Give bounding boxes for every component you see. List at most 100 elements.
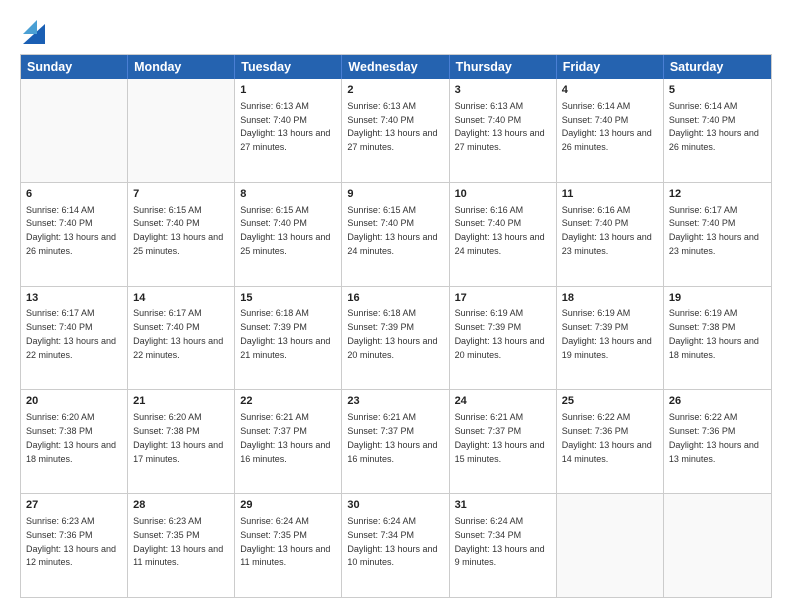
day-info: Sunrise: 6:17 AMSunset: 7:40 PMDaylight:… [669,205,759,256]
day-info: Sunrise: 6:19 AMSunset: 7:39 PMDaylight:… [562,308,652,359]
calendar-day-cell: 22 Sunrise: 6:21 AMSunset: 7:37 PMDayligh… [235,390,342,493]
day-number: 21 [133,394,229,409]
calendar-day-cell: 28 Sunrise: 6:23 AMSunset: 7:35 PMDayligh… [128,494,235,597]
day-info: Sunrise: 6:13 AMSunset: 7:40 PMDaylight:… [347,101,437,152]
calendar-day-cell: 7 Sunrise: 6:15 AMSunset: 7:40 PMDaylight… [128,183,235,286]
day-number: 19 [669,291,766,306]
day-number: 25 [562,394,658,409]
day-number: 27 [26,498,122,513]
day-info: Sunrise: 6:21 AMSunset: 7:37 PMDaylight:… [240,412,330,463]
calendar-day-cell: 11Sunrise: 6:16 AMSunset: 7:40 PMDayligh… [557,183,664,286]
calendar-week-row: 13 Sunrise: 6:17 AMSunset: 7:40 PMDayligh… [21,287,771,391]
day-info: Sunrise: 6:14 AMSunset: 7:40 PMDaylight:… [669,101,759,152]
calendar-day-cell: 14 Sunrise: 6:17 AMSunset: 7:40 PMDayligh… [128,287,235,390]
day-info: Sunrise: 6:13 AMSunset: 7:40 PMDaylight:… [240,101,330,152]
calendar-empty-cell [21,79,128,182]
calendar-day-cell: 29 Sunrise: 6:24 AMSunset: 7:35 PMDayligh… [235,494,342,597]
day-info: Sunrise: 6:17 AMSunset: 7:40 PMDaylight:… [133,308,223,359]
calendar-day-cell: 9 Sunrise: 6:15 AMSunset: 7:40 PMDaylight… [342,183,449,286]
calendar-day-cell: 25Sunrise: 6:22 AMSunset: 7:36 PMDayligh… [557,390,664,493]
calendar-week-row: 1Sunrise: 6:13 AMSunset: 7:40 PMDaylight… [21,79,771,183]
calendar-day-cell: 30 Sunrise: 6:24 AMSunset: 7:34 PMDayligh… [342,494,449,597]
day-number: 31 [455,498,551,513]
day-info: Sunrise: 6:22 AMSunset: 7:36 PMDaylight:… [669,412,759,463]
day-info: Sunrise: 6:16 AMSunset: 7:40 PMDaylight:… [455,205,545,256]
day-number: 23 [347,394,443,409]
day-number: 22 [240,394,336,409]
day-number: 6 [26,187,122,202]
day-info: Sunrise: 6:24 AMSunset: 7:34 PMDaylight:… [347,516,437,567]
day-info: Sunrise: 6:18 AMSunset: 7:39 PMDaylight:… [240,308,330,359]
day-number: 30 [347,498,443,513]
calendar-day-cell: 26 Sunrise: 6:22 AMSunset: 7:36 PMDayligh… [664,390,771,493]
day-info: Sunrise: 6:14 AMSunset: 7:40 PMDaylight:… [562,101,652,152]
day-info: Sunrise: 6:23 AMSunset: 7:36 PMDaylight:… [26,516,116,567]
day-number: 3 [455,83,551,98]
calendar-day-cell: 16 Sunrise: 6:18 AMSunset: 7:39 PMDayligh… [342,287,449,390]
day-info: Sunrise: 6:15 AMSunset: 7:40 PMDaylight:… [347,205,437,256]
calendar-day-cell: 27 Sunrise: 6:23 AMSunset: 7:36 PMDayligh… [21,494,128,597]
calendar-day-cell: 24Sunrise: 6:21 AMSunset: 7:37 PMDayligh… [450,390,557,493]
day-info: Sunrise: 6:23 AMSunset: 7:35 PMDaylight:… [133,516,223,567]
calendar-day-cell: 2Sunrise: 6:13 AMSunset: 7:40 PMDaylight… [342,79,449,182]
calendar-empty-cell [664,494,771,597]
day-number: 15 [240,291,336,306]
header [20,18,772,44]
day-number: 14 [133,291,229,306]
day-info: Sunrise: 6:17 AMSunset: 7:40 PMDaylight:… [26,308,116,359]
day-number: 7 [133,187,229,202]
cal-header-cell: Sunday [21,55,128,79]
day-info: Sunrise: 6:15 AMSunset: 7:40 PMDaylight:… [133,205,223,256]
calendar-day-cell: 4 Sunrise: 6:14 AMSunset: 7:40 PMDaylight… [557,79,664,182]
calendar-day-cell: 5 Sunrise: 6:14 AMSunset: 7:40 PMDaylight… [664,79,771,182]
calendar-empty-cell [557,494,664,597]
calendar-header-row: SundayMondayTuesdayWednesdayThursdayFrid… [21,55,771,79]
calendar-day-cell: 6 Sunrise: 6:14 AMSunset: 7:40 PMDaylight… [21,183,128,286]
day-info: Sunrise: 6:15 AMSunset: 7:40 PMDaylight:… [240,205,330,256]
day-info: Sunrise: 6:16 AMSunset: 7:40 PMDaylight:… [562,205,652,256]
calendar-week-row: 6 Sunrise: 6:14 AMSunset: 7:40 PMDaylight… [21,183,771,287]
day-info: Sunrise: 6:21 AMSunset: 7:37 PMDaylight:… [347,412,437,463]
calendar-day-cell: 20Sunrise: 6:20 AMSunset: 7:38 PMDayligh… [21,390,128,493]
cal-header-cell: Friday [557,55,664,79]
calendar-day-cell: 15 Sunrise: 6:18 AMSunset: 7:39 PMDayligh… [235,287,342,390]
calendar-day-cell: 13 Sunrise: 6:17 AMSunset: 7:40 PMDayligh… [21,287,128,390]
day-number: 26 [669,394,766,409]
day-info: Sunrise: 6:13 AMSunset: 7:40 PMDaylight:… [455,101,545,152]
calendar-day-cell: 1Sunrise: 6:13 AMSunset: 7:40 PMDaylight… [235,79,342,182]
calendar-body: 1Sunrise: 6:13 AMSunset: 7:40 PMDaylight… [21,79,771,597]
calendar-day-cell: 18 Sunrise: 6:19 AMSunset: 7:39 PMDayligh… [557,287,664,390]
calendar-day-cell: 19Sunrise: 6:19 AMSunset: 7:38 PMDayligh… [664,287,771,390]
calendar-week-row: 20 Sunrise: 6:20 AMSunset: 7:38 PMDayligh… [21,390,771,494]
cal-header-cell: Wednesday [342,55,449,79]
day-number: 18 [562,291,658,306]
day-info: Sunrise: 6:20 AMSunset: 7:38 PMDaylight:… [133,412,223,463]
day-info: Sunrise: 6:24 AMSunset: 7:35 PMDaylight:… [240,516,330,567]
calendar-day-cell: 8 Sunrise: 6:15 AMSunset: 7:40 PMDaylight… [235,183,342,286]
day-number: 20 [26,394,122,409]
day-info: Sunrise: 6:18 AMSunset: 7:39 PMDaylight:… [347,308,437,359]
cal-header-cell: Tuesday [235,55,342,79]
day-info: Sunrise: 6:14 AMSunset: 7:40 PMDaylight:… [26,205,116,256]
day-number: 8 [240,187,336,202]
calendar-day-cell: 10Sunrise: 6:16 AMSunset: 7:40 PMDayligh… [450,183,557,286]
logo [20,18,45,44]
day-number: 5 [669,83,766,98]
day-number: 28 [133,498,229,513]
calendar-empty-cell [128,79,235,182]
day-number: 13 [26,291,122,306]
day-info: Sunrise: 6:19 AMSunset: 7:39 PMDaylight:… [455,308,545,359]
calendar-day-cell: 31Sunrise: 6:24 AMSunset: 7:34 PMDayligh… [450,494,557,597]
day-number: 29 [240,498,336,513]
day-number: 9 [347,187,443,202]
day-number: 17 [455,291,551,306]
calendar-day-cell: 23 Sunrise: 6:21 AMSunset: 7:37 PMDayligh… [342,390,449,493]
calendar-day-cell: 12 Sunrise: 6:17 AMSunset: 7:40 PMDayligh… [664,183,771,286]
calendar-day-cell: 17 Sunrise: 6:19 AMSunset: 7:39 PMDayligh… [450,287,557,390]
calendar-week-row: 27 Sunrise: 6:23 AMSunset: 7:36 PMDayligh… [21,494,771,597]
day-number: 4 [562,83,658,98]
cal-header-cell: Monday [128,55,235,79]
day-number: 12 [669,187,766,202]
day-number: 16 [347,291,443,306]
day-info: Sunrise: 6:21 AMSunset: 7:37 PMDaylight:… [455,412,545,463]
